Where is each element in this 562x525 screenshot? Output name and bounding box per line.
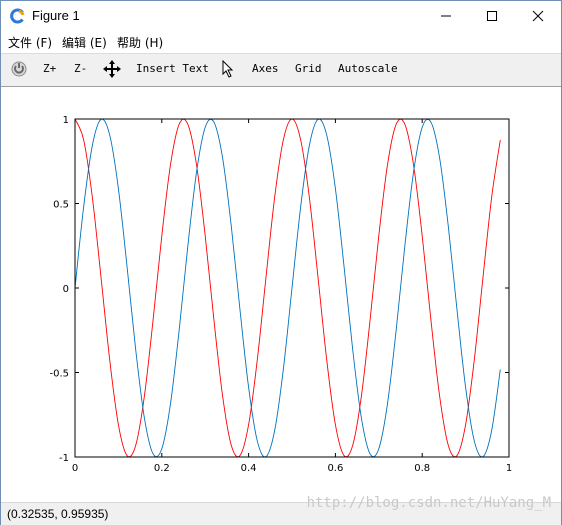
minimize-icon (441, 15, 451, 17)
select-arrow-icon[interactable] (221, 59, 235, 81)
close-icon (532, 10, 544, 22)
plot-canvas[interactable]: 0 0.2 0.4 0.6 0.8 1 1 0.5 0 -0.5 -1 (1, 87, 561, 502)
maximize-icon (487, 11, 497, 21)
line-chart[interactable]: 0 0.2 0.4 0.6 0.8 1 1 0.5 0 -0.5 -1 (1, 87, 561, 502)
toolbar: Z+ Z- Insert Text Axes Grid Autoscale (1, 54, 561, 87)
figure-window: Figure 1 文件 (F) 编辑 (E) 帮助 (H) Z+ Z- Inse… (0, 0, 562, 525)
axes-button[interactable]: Axes (252, 62, 279, 75)
y-tick-label: -0.5 (49, 369, 69, 380)
autoscale-button[interactable]: Autoscale (338, 62, 398, 75)
series-line-0 (74, 118, 501, 458)
close-button[interactable] (515, 1, 561, 31)
x-tick-label: 0.6 (327, 463, 343, 474)
y-tick-label: 0 (63, 284, 69, 295)
status-bar: (0.32535, 0.95935) http://blog.csdn.net/… (1, 495, 561, 525)
x-tick-label: 0.8 (414, 463, 430, 474)
menu-bar: 文件 (F) 编辑 (E) 帮助 (H) (1, 31, 561, 54)
y-tick-label: 0.5 (53, 200, 69, 211)
window-title: Figure 1 (32, 8, 80, 23)
insert-text-button[interactable]: Insert Text (136, 62, 209, 75)
zoom-in-button[interactable]: Z+ (43, 62, 56, 75)
menu-file[interactable]: 文件 (F) (8, 34, 52, 51)
menu-edit[interactable]: 编辑 (E) (62, 34, 107, 51)
x-tick-label: 0 (72, 463, 78, 474)
pan-icon[interactable] (103, 60, 121, 81)
octave-app-icon (9, 8, 25, 24)
watermark-text: http://blog.csdn.net/HuYang_M (306, 495, 551, 511)
series-line-1 (74, 118, 501, 458)
zoom-out-button[interactable]: Z- (74, 62, 87, 75)
title-bar[interactable]: Figure 1 (1, 1, 561, 31)
grid-button[interactable]: Grid (295, 62, 322, 75)
y-tick-label: 1 (63, 115, 69, 126)
x-tick-label: 0.4 (241, 463, 257, 474)
rotate-icon[interactable] (10, 60, 28, 81)
minimize-button[interactable] (423, 1, 469, 31)
x-tick-label: 1 (506, 463, 512, 474)
menu-help[interactable]: 帮助 (H) (117, 34, 163, 51)
x-tick-label: 0.2 (154, 463, 170, 474)
y-tick-label: -1 (59, 453, 69, 464)
maximize-button[interactable] (469, 1, 515, 31)
cursor-coordinates: (0.32535, 0.95935) (7, 507, 109, 521)
